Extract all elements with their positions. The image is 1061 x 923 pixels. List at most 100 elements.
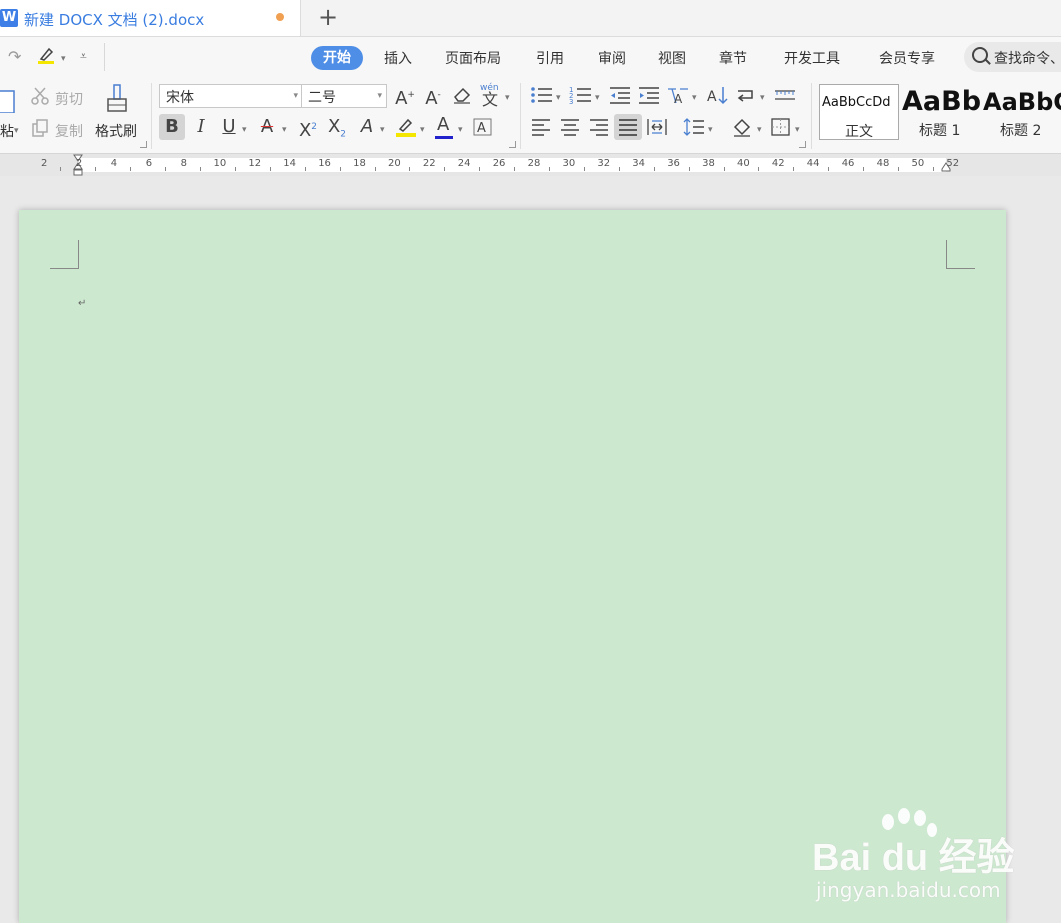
svg-text:A: A (674, 92, 683, 105)
ruler-tick (269, 167, 271, 171)
increase-indent-icon[interactable] (637, 85, 661, 111)
decrease-indent-icon[interactable] (608, 85, 632, 111)
bold-button[interactable]: B (159, 114, 185, 140)
highlight-color-icon[interactable] (394, 115, 418, 139)
ribbon-separator (520, 83, 521, 149)
line-spacing-dropdown-icon[interactable]: ▾ (708, 125, 713, 135)
ruler-tick (444, 167, 446, 171)
subscript-button[interactable]: X2 (325, 116, 349, 146)
title-bar: W 新建 DOCX 文档 (2).docx + (0, 0, 1061, 37)
font-family-select[interactable]: 宋体 ▾ (159, 84, 303, 108)
tab-chapter[interactable]: 章节 (719, 47, 747, 71)
watermark-brand: Bai du 经验 (812, 837, 1015, 879)
strikethrough-dropdown-icon[interactable]: ▾ (282, 125, 287, 135)
grow-font-icon[interactable]: A+ (394, 84, 416, 110)
style-heading-1[interactable]: AaBb 标题 1 (900, 84, 980, 140)
superscript-button[interactable]: X2 (296, 116, 320, 142)
ruler-tick (479, 167, 481, 171)
line-spacing-icon[interactable] (682, 117, 706, 143)
font-family-dropdown-icon[interactable]: ▾ (293, 91, 298, 101)
svg-text:3: 3 (569, 98, 573, 105)
paste-button-label[interactable]: 粘 (0, 121, 14, 141)
shading-dropdown-icon[interactable]: ▾ (757, 125, 762, 135)
chinese-layout-icon[interactable]: A (666, 85, 690, 111)
justify-icon[interactable] (614, 114, 642, 140)
bullet-list-icon[interactable] (530, 85, 554, 111)
command-search-input[interactable]: 查找命令、 (964, 42, 1061, 72)
highlight-color-dropdown-icon[interactable]: ▾ (420, 125, 425, 135)
ruler-number: 26 (492, 158, 506, 169)
copy-button-label[interactable]: 复制 (55, 121, 83, 141)
paragraph-group-launcher-icon[interactable] (799, 141, 806, 148)
show-hide-marks-icon[interactable] (734, 85, 758, 111)
tab-start[interactable]: 开始 (311, 46, 363, 70)
unsaved-indicator-icon (276, 13, 284, 21)
horizontal-ruler[interactable]: 2 2 4 6 8 10 12 14 16 18 20 22 24 26 28 30 32 34 36 38 40 42 4… (0, 154, 1061, 176)
clear-formatting-eraser-icon[interactable] (451, 85, 473, 111)
style-normal-name: 正文 (845, 124, 873, 140)
tab-developer[interactable]: 开发工具 (784, 47, 840, 71)
shading-bucket-icon[interactable] (731, 117, 755, 143)
align-right-icon[interactable] (588, 117, 610, 143)
ruler-number: 6 (145, 158, 153, 169)
format-painter-label[interactable]: 格式刷 (95, 121, 137, 141)
highlight-pen-icon[interactable] (36, 45, 58, 65)
bullet-list-dropdown-icon[interactable]: ▾ (556, 93, 561, 103)
underline-dropdown-icon[interactable]: ▾ (242, 125, 247, 135)
numbered-list-dropdown-icon[interactable]: ▾ (595, 93, 600, 103)
tab-review[interactable]: 审阅 (598, 47, 626, 71)
style-heading-2-sample: AaBbC (983, 88, 1061, 116)
ruler-tick (165, 167, 167, 171)
ruler-number: 38 (702, 158, 715, 169)
tab-insert[interactable]: 插入 (384, 47, 412, 71)
text-effects-dropdown-icon[interactable]: ▾ (380, 125, 385, 135)
chinese-layout-dropdown-icon[interactable]: ▾ (692, 93, 697, 103)
distributed-align-icon[interactable] (646, 117, 668, 143)
align-center-icon[interactable] (559, 117, 581, 143)
sort-icon[interactable]: A (705, 85, 729, 111)
character-border-icon[interactable]: A (472, 116, 494, 138)
borders-dropdown-icon[interactable]: ▾ (795, 125, 800, 135)
ruler-tick (932, 167, 934, 171)
redo-icon[interactable]: ↷ (8, 47, 21, 66)
svg-text:A: A (707, 89, 717, 105)
cut-button-label[interactable]: 剪切 (55, 89, 83, 109)
tab-references[interactable]: 引用 (536, 47, 564, 71)
font-group-launcher-icon[interactable] (509, 141, 516, 148)
document-tab[interactable]: W 新建 DOCX 文档 (2).docx (0, 0, 301, 36)
strikethrough-button[interactable]: A (256, 116, 278, 138)
style-heading-2[interactable]: AaBbC 标题 2 (981, 84, 1061, 140)
font-color-dropdown-icon[interactable]: ▾ (458, 125, 463, 135)
align-left-icon[interactable] (530, 117, 552, 143)
font-size-select[interactable]: 二号 ▾ (301, 84, 387, 108)
new-tab-plus-icon[interactable]: + (316, 4, 340, 30)
shrink-font-icon[interactable]: A- (422, 84, 444, 110)
ruler-number: 34 (632, 158, 646, 169)
copy-icon[interactable] (30, 118, 50, 144)
clipboard-group-launcher-icon[interactable] (140, 141, 147, 148)
highlight-dropdown-icon[interactable]: ▾ (61, 54, 66, 64)
table-tools-ruler-icon[interactable] (773, 85, 797, 111)
borders-icon[interactable] (770, 117, 792, 143)
text-effects-icon[interactable]: A (356, 116, 378, 138)
pinyin-dropdown-icon[interactable]: ▾ (505, 93, 510, 103)
paragraph-mark: ↵ (78, 298, 87, 309)
ruler-tick (130, 167, 132, 171)
show-hide-marks-dropdown-icon[interactable]: ▾ (760, 93, 765, 103)
cut-scissors-icon[interactable] (30, 86, 50, 112)
font-color-icon[interactable]: A (434, 114, 454, 140)
underline-button[interactable]: U (218, 116, 240, 138)
italic-button[interactable]: I (192, 116, 210, 138)
ruler-number: 4 (110, 158, 118, 169)
paste-icon[interactable] (0, 83, 16, 114)
paste-dropdown-icon[interactable]: ▾ (14, 126, 19, 136)
customize-toolbar-icon[interactable]: ⩡ (80, 49, 87, 64)
tab-member[interactable]: 会员专享 (879, 47, 935, 71)
tab-view[interactable]: 视图 (658, 47, 686, 71)
font-size-dropdown-icon[interactable]: ▾ (377, 91, 382, 101)
numbered-list-icon[interactable]: 123 (569, 85, 593, 111)
format-painter-brush-icon[interactable] (104, 83, 130, 117)
tab-page-layout[interactable]: 页面布局 (445, 47, 501, 71)
style-normal[interactable]: AaBbCcDd 正文 (819, 84, 899, 140)
style-heading-1-name: 标题 1 (919, 123, 961, 139)
